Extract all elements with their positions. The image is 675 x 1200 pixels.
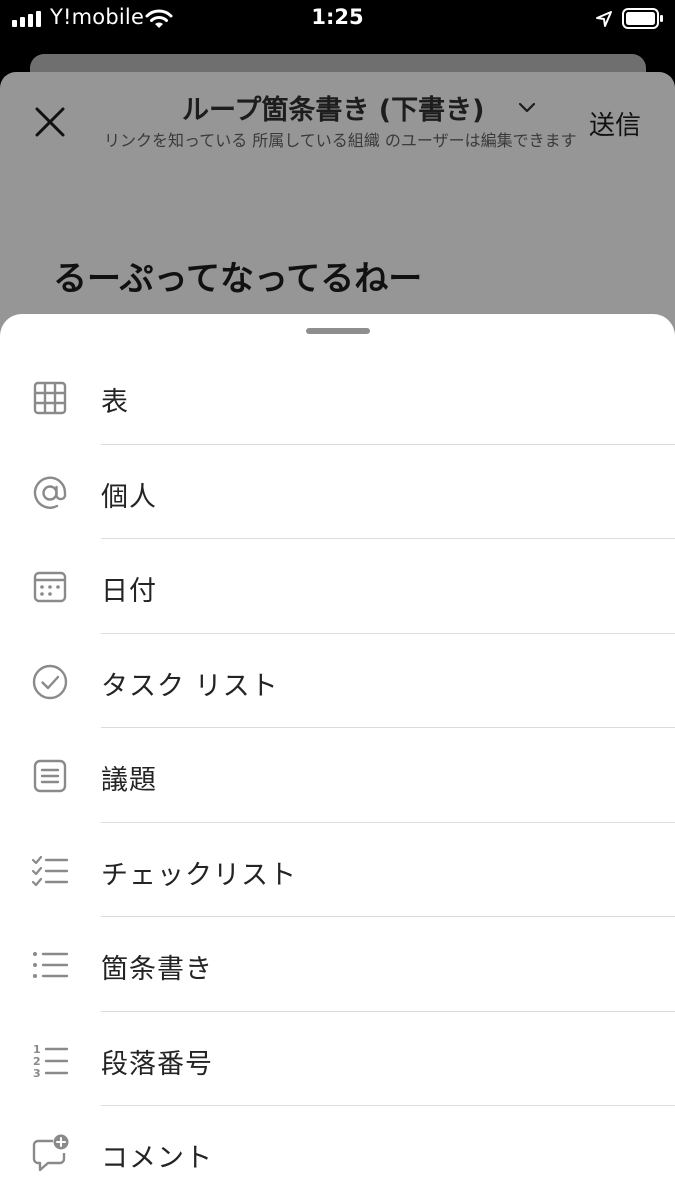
menu-item-checklist[interactable]: チェックリスト	[0, 823, 675, 917]
menu-item-agenda[interactable]: 議題	[0, 728, 675, 823]
status-time: 1:25	[311, 5, 364, 29]
menu-item-label: 日付	[101, 576, 157, 607]
menu-item-label: チェックリスト	[101, 859, 297, 891]
menu-item-label: 個人	[101, 481, 157, 513]
menu-item-label: タスク リスト	[101, 670, 279, 702]
document-heading: るーぷってなってるねー	[53, 259, 423, 299]
numbered-list-icon: 1 2 3	[33, 1043, 69, 1080]
menu-item-person[interactable]: 個人	[0, 445, 675, 539]
chevron-down-icon[interactable]	[517, 101, 537, 115]
menu-item-table[interactable]: 表	[0, 350, 675, 445]
table-icon	[33, 381, 67, 415]
menu-item-task-list[interactable]: タスク リスト	[0, 634, 675, 728]
bullet-list-icon	[33, 952, 69, 978]
close-icon[interactable]	[32, 104, 68, 140]
menu-item-label: コメント	[101, 1143, 213, 1174]
checklist-icon	[31, 855, 69, 886]
menu-item-numbered-list[interactable]: 1 2 3 段落番号	[0, 1012, 675, 1106]
menu-item-label: 段落番号	[101, 1048, 213, 1080]
location-arrow-icon	[596, 11, 612, 27]
svg-text:3: 3	[33, 1067, 41, 1080]
insert-menu-list: 表 個人 日付 タスク リスト 議題 チェックリスト 箇条書き 1 2 3 段落…	[0, 350, 675, 1200]
battery-icon	[622, 8, 663, 29]
check-circle-icon	[32, 664, 68, 699]
sheet-grabber-handle[interactable]	[306, 328, 370, 334]
calendar-icon	[33, 571, 67, 603]
document-title[interactable]: ループ箇条書き (下書き)	[182, 88, 484, 127]
status-bar: Y!mobile 1:25	[0, 0, 675, 40]
menu-item-bullet-list[interactable]: 箇条書き	[0, 917, 675, 1012]
send-button[interactable]: 送信	[589, 105, 641, 142]
menu-item-label: 箇条書き	[101, 954, 213, 985]
agenda-icon	[33, 759, 67, 793]
app-screen: Y!mobile 1:25 ループ箇条書き (下書き) リンクを知っている 所属…	[0, 0, 675, 1200]
menu-item-comment[interactable]: コメント	[0, 1106, 675, 1200]
menu-item-label: 表	[101, 387, 129, 418]
menu-item-label: 議題	[101, 765, 157, 796]
sharing-permission-text: リンクを知っている 所属している組織 のユーザーは編集できます	[104, 131, 577, 150]
at-mention-icon	[33, 476, 67, 509]
menu-item-date[interactable]: 日付	[0, 539, 675, 634]
comment-add-icon	[32, 1134, 69, 1172]
insert-menu-sheet: 表 個人 日付 タスク リスト 議題 チェックリスト 箇条書き 1 2 3 段落…	[0, 314, 675, 1200]
